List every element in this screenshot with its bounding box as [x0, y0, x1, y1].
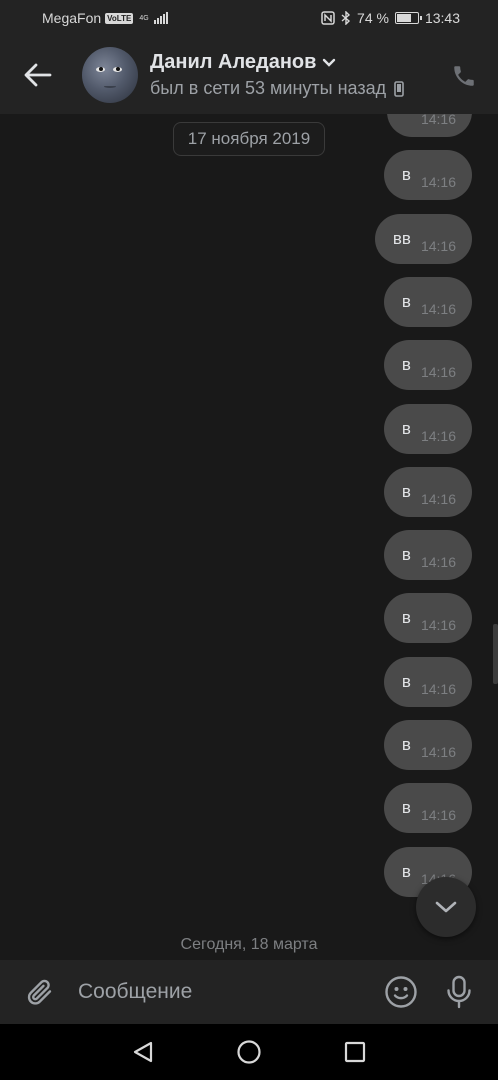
message-bubble[interactable]: в 14:16	[383, 340, 472, 390]
signal-icon	[153, 12, 168, 24]
message-bubble[interactable]: в 14:16	[383, 404, 472, 454]
message-time: 14:16	[420, 554, 456, 570]
message-text: в	[401, 165, 411, 184]
message-time: 14:16	[420, 744, 456, 760]
battery-percent: 74 %	[357, 10, 389, 26]
status-bar: MegaFon VoLTE 4G 74 % 13:43	[0, 0, 498, 36]
message-bubble[interactable]: в 14:16	[383, 467, 472, 517]
message-text: вв	[392, 229, 411, 248]
back-button[interactable]	[0, 36, 76, 114]
message-bubble[interactable]: вв 14:16	[374, 214, 472, 264]
carrier-name: MegaFon	[42, 10, 102, 26]
phone-icon	[454, 66, 474, 86]
back-triangle-icon	[133, 1041, 153, 1063]
battery-icon	[394, 12, 422, 24]
message-text: в	[401, 355, 411, 374]
message-text: в	[401, 292, 411, 311]
message-time: 14:16	[420, 301, 456, 317]
message-text: в	[401, 862, 411, 881]
message-time: 14:16	[420, 617, 456, 633]
message-time: 14:16	[420, 174, 456, 190]
message-time: 14:16	[420, 114, 456, 127]
volte-badge: VoLTE	[105, 12, 134, 24]
message-text: в	[401, 608, 411, 627]
clock: 13:43	[424, 10, 460, 26]
status-right: 74 % 13:43	[321, 10, 460, 26]
arrow-left-icon	[24, 63, 52, 87]
message-list[interactable]: 17 ноября 2019 ·14:16в14:16вв14:16в14:16…	[0, 114, 498, 960]
home-circle-icon	[237, 1040, 261, 1064]
message-bubble[interactable]: в 14:16	[383, 720, 472, 770]
chat-header: Данил Аледанов был в сети 53 минуты наза…	[0, 36, 498, 114]
nav-back-button[interactable]	[123, 1032, 163, 1072]
network-type: 4G	[139, 14, 149, 22]
smiley-icon	[385, 976, 417, 1008]
message-text: в	[401, 672, 411, 691]
message-text: в	[401, 735, 411, 754]
message-text: в	[401, 482, 411, 501]
message-bubble[interactable]: в 14:16	[383, 277, 472, 327]
call-button[interactable]	[448, 60, 480, 92]
scroll-down-button[interactable]	[416, 877, 476, 937]
contact-avatar[interactable]	[82, 47, 138, 103]
message-bubble[interactable]: в 14:16	[383, 657, 472, 707]
message-composer: Сообщение	[0, 960, 498, 1024]
message-time: 14:16	[420, 681, 456, 697]
microphone-icon	[447, 975, 471, 1009]
message-text: в	[401, 545, 411, 564]
message-bubble[interactable]: в 14:16	[383, 150, 472, 200]
message-bubble[interactable]: в 14:16	[383, 593, 472, 643]
message-text: ·	[405, 114, 411, 122]
recents-square-icon	[344, 1041, 366, 1063]
system-nav-bar	[0, 1024, 498, 1080]
message-text: в	[401, 419, 411, 438]
today-separator: Сегодня, 18 марта	[180, 936, 318, 953]
message-bubble[interactable]: в 14:16	[383, 530, 472, 580]
bluetooth-icon	[341, 11, 351, 25]
last-seen-row: был в сети 53 минуты назад	[150, 78, 404, 99]
message-input[interactable]: Сообщение	[78, 980, 378, 1004]
message-bubble[interactable]: · 14:16	[387, 114, 472, 137]
status-left: MegaFon VoLTE 4G	[42, 10, 168, 26]
last-seen-text: был в сети 53 минуты назад	[150, 78, 387, 98]
nfc-icon	[321, 11, 335, 25]
nav-home-button[interactable]	[229, 1032, 269, 1072]
nav-recents-button[interactable]	[335, 1032, 375, 1072]
emoji-button[interactable]	[378, 969, 424, 1015]
message-bubble[interactable]: в 14:16	[383, 783, 472, 833]
message-time: 14:16	[420, 807, 456, 823]
message-time: 14:16	[420, 491, 456, 507]
scrollbar-thumb[interactable]	[493, 624, 498, 684]
chevron-down-icon	[323, 58, 336, 67]
chevron-down-icon	[435, 901, 457, 913]
contact-name-row[interactable]: Данил Аледанов	[150, 51, 404, 74]
message-time: 14:16	[420, 428, 456, 444]
contact-name: Данил Аледанов	[150, 51, 317, 73]
paperclip-icon	[27, 979, 52, 1005]
message-time: 14:16	[420, 238, 456, 254]
attach-button[interactable]	[0, 960, 80, 1024]
contact-info[interactable]: Данил Аледанов был в сети 53 минуты наза…	[150, 51, 404, 99]
date-separator: 17 ноября 2019	[173, 122, 325, 156]
voice-message-button[interactable]	[436, 969, 482, 1015]
message-text: в	[401, 798, 411, 817]
message-time: 14:16	[420, 364, 456, 380]
mobile-icon	[394, 80, 404, 97]
